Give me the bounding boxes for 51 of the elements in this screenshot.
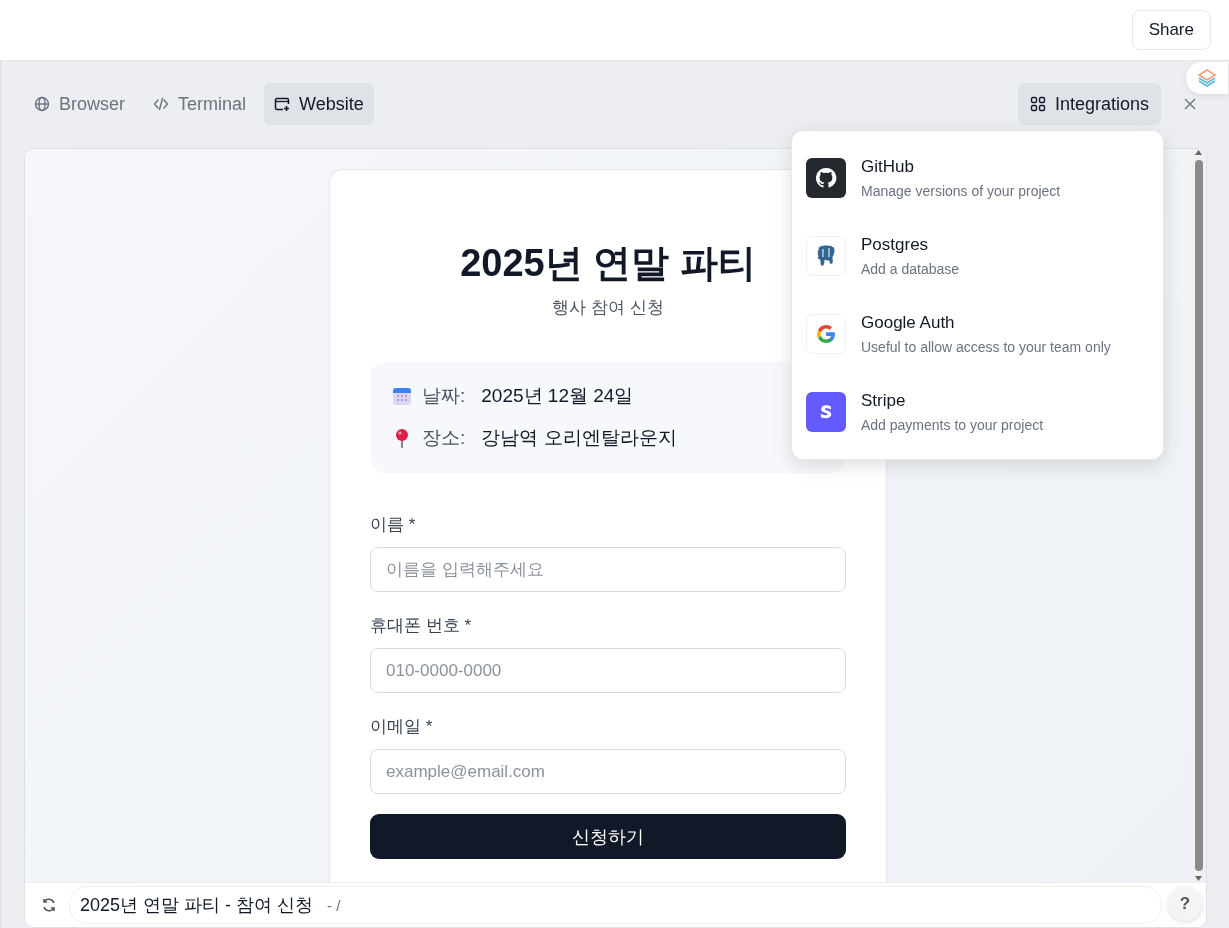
- form-subtitle: 행사 참여 신청: [551, 297, 665, 319]
- tab[interactable]: Website: [264, 83, 374, 125]
- integration-item[interactable]: Google Auth Useful to allow access to your team only: [792, 295, 1163, 373]
- tab[interactable]: Terminal: [143, 83, 257, 125]
- scrollbar[interactable]: [1191, 149, 1206, 882]
- globe-icon: [34, 96, 50, 112]
- form-title: 2025년 연말 파티: [460, 241, 756, 286]
- refresh-icon: [41, 897, 57, 913]
- share-button[interactable]: Share: [1131, 10, 1211, 50]
- integration-description: Manage versions of your project: [861, 183, 1061, 199]
- input-field[interactable]: 이름을 입력해주세요: [370, 547, 846, 592]
- integration-name: Google Auth: [861, 313, 956, 333]
- code-icon: [153, 96, 169, 112]
- detail-label: 날짜:: [422, 384, 466, 408]
- detail-value: 강남역 오리엔탈라운지: [481, 426, 677, 450]
- field-label: 휴대폰 번호 *: [370, 615, 473, 637]
- integration-item[interactable]: Stripe Add payments to your project: [792, 373, 1163, 451]
- page-title: 2025년 연말 파티 - 참여 신청: [80, 894, 314, 917]
- help-button[interactable]: ?: [1168, 887, 1202, 921]
- integration-description: Add a database: [861, 261, 960, 277]
- integration-description: Add payments to your project: [861, 417, 1044, 433]
- calendar-icon: [392, 386, 412, 406]
- field-label: 이메일 *: [370, 716, 434, 738]
- stripe-s-icon: [806, 392, 846, 432]
- integration-name: GitHub: [861, 157, 915, 177]
- url-field[interactable]: 2025년 연말 파티 - 참여 신청 - /: [69, 886, 1162, 924]
- integration-name: Stripe: [861, 391, 907, 411]
- detail-value: 2025년 12월 24일: [481, 384, 634, 408]
- submit-button[interactable]: 신청하기: [370, 814, 846, 859]
- github-icon: [806, 158, 846, 198]
- integration-item[interactable]: Postgres Add a database: [792, 217, 1163, 295]
- input-field[interactable]: 010-0000-0000: [370, 648, 846, 693]
- app-logo-button[interactable]: [1186, 62, 1228, 94]
- close-icon: [1183, 97, 1197, 111]
- close-button[interactable]: [1183, 96, 1197, 112]
- google-g-icon: [806, 314, 846, 354]
- grid-icon: [1029, 96, 1046, 112]
- integration-description: Useful to allow access to your team only: [861, 339, 1111, 355]
- integration-item[interactable]: GitHub Manage versions of your project: [792, 139, 1163, 217]
- page-path: - /: [327, 896, 341, 914]
- integration-name: Postgres: [861, 235, 930, 255]
- integrations-button[interactable]: Integrations: [1017, 83, 1161, 125]
- layers-icon: [1196, 68, 1218, 88]
- field-label: 이름 *: [370, 514, 417, 536]
- up-arrow-icon: [1194, 149, 1203, 156]
- refresh-button[interactable]: [41, 897, 57, 913]
- window-plus-icon: [274, 96, 291, 112]
- input-field[interactable]: example@email.com: [370, 749, 846, 794]
- detail-label: 장소:: [422, 426, 466, 450]
- down-arrow-icon: [1194, 875, 1203, 882]
- tab[interactable]: Browser: [24, 83, 135, 125]
